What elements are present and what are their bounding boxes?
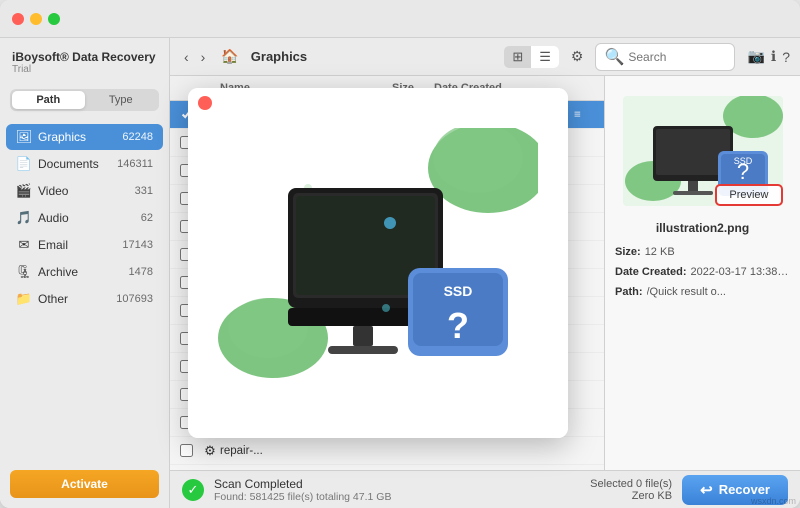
file-name: repair-... [220,445,374,457]
recover-icon: ↩ [700,481,713,499]
preview-area: ? SSD Preview [623,91,783,211]
close-button[interactable] [12,13,24,25]
info-icon[interactable]: ℹ [771,48,776,65]
titlebar [0,0,800,38]
sidebar-item-label: Audio [38,211,141,225]
sidebar-item-other[interactable]: 📁 Other 107693 [6,286,163,312]
size-label: Size: [615,243,641,263]
row-action: ≡ [574,109,594,121]
help-icon[interactable]: ? [782,48,790,65]
graphics-icon: 🖼 [16,129,32,145]
overlay-preview-window: SSD ? [188,88,568,438]
documents-icon: 📄 [16,156,32,172]
nav-buttons: ‹ › [180,47,209,67]
filter-button[interactable]: ⚙ [567,46,588,67]
tab-type[interactable]: Type [85,91,158,109]
minimize-button[interactable] [30,13,42,25]
maximize-button[interactable] [48,13,60,25]
folder-title: Graphics [251,49,307,64]
svg-text:SSD: SSD [733,156,752,166]
preview-button[interactable]: Preview [715,184,782,206]
recover-btn-label: Recover [719,482,770,497]
scan-detail: Found: 581425 file(s) totaling 47.1 GB [214,491,391,503]
audio-icon: 🎵 [16,210,32,226]
selected-files-info: Selected 0 file(s) Zero KB [590,478,672,502]
svg-text:SSD: SSD [444,283,473,299]
scan-complete-icon: ✓ [182,479,204,501]
watermark: wsxdn.com [751,496,796,506]
other-icon: 📁 [16,291,32,307]
view-toggle: ⊞ ☰ [504,46,559,68]
back-button[interactable]: ‹ [180,47,193,67]
search-icon: 🔍 [604,47,624,67]
activate-section: Activate [10,470,159,498]
detail-info: Size: 12 KB Date Created: 2022-03-17 13:… [615,243,790,302]
sidebar-item-label: Other [38,292,116,306]
date-value: 2022-03-17 13:38:34 [691,263,790,283]
sidebar-item-count: 1478 [129,266,153,278]
traffic-lights [12,13,60,25]
sidebar-item-graphics[interactable]: 🖼 Graphics 62248 [6,124,163,150]
app-title: iBoysoft® Data Recovery [12,50,157,64]
sidebar-item-label: Email [38,238,122,252]
sidebar-item-label: Archive [38,265,129,279]
selected-files-count: Selected 0 file(s) [590,478,672,490]
archive-icon: 🗜 [16,264,32,280]
detail-panel: ? SSD Preview illustration2.png Size: 12… [605,76,800,470]
sidebar-items: 🖼 Graphics 62248 📄 Documents 146311 🎬 Vi… [0,119,169,460]
sidebar-item-audio[interactable]: 🎵 Audio 62 [6,205,163,231]
detail-size-row: Size: 12 KB [615,243,790,263]
toolbar-extra-icons: 📷 ℹ ? [747,48,790,65]
date-label: Date Created: [615,263,687,283]
scan-status-text: Scan Completed Found: 581425 file(s) tot… [214,477,391,503]
sidebar-item-label: Video [38,184,135,198]
sidebar-item-count: 107693 [116,293,153,305]
app-subtitle: Trial [12,64,157,75]
detail-filename: illustration2.png [656,221,749,235]
search-box: 🔍 [595,43,735,71]
main-window: iBoysoft® Data Recovery Trial Path Type … [0,0,800,508]
activate-button[interactable]: Activate [10,470,159,498]
overlay-illustration: SSD ? [218,128,538,398]
overlay-image-area: SSD ? [188,88,568,438]
tab-path[interactable]: Path [12,91,85,109]
email-icon: ✉ [16,237,32,253]
statusbar: ✓ Scan Completed Found: 581425 file(s) t… [170,470,800,508]
table-row[interactable]: ⚙ repair-... [170,437,604,465]
detail-date-row: Date Created: 2022-03-17 13:38:34 [615,263,790,283]
toolbar: ‹ › 🏠 Graphics ⊞ ☰ ⚙ 🔍 📷 ℹ ? [170,38,800,76]
file-type-icon: ⚙ [200,443,220,459]
detail-path-row: Path: /Quick result o... [615,283,790,303]
sidebar-item-count: 62248 [122,131,153,143]
camera-icon[interactable]: 📷 [747,48,764,65]
grid-view-button[interactable]: ⊞ [504,46,531,68]
sidebar-item-label: Graphics [38,130,122,144]
sidebar-item-count: 62 [141,212,153,224]
path-label: Path: [615,283,643,303]
overlay-close-button[interactable] [198,96,212,110]
sidebar: iBoysoft® Data Recovery Trial Path Type … [0,38,170,508]
row-checkbox[interactable] [180,444,200,457]
size-value: 12 KB [645,243,675,263]
sidebar-item-label: Documents [38,157,117,171]
sidebar-item-archive[interactable]: 🗜 Archive 1478 [6,259,163,285]
list-view-button[interactable]: ☰ [531,46,559,68]
sidebar-item-count: 17143 [122,239,153,251]
sidebar-brand: iBoysoft® Data Recovery Trial [0,38,169,81]
video-icon: 🎬 [16,183,32,199]
sidebar-item-video[interactable]: 🎬 Video 331 [6,178,163,204]
forward-button[interactable]: › [197,47,210,67]
sidebar-item-documents[interactable]: 📄 Documents 146311 [6,151,163,177]
sidebar-item-count: 146311 [117,158,153,170]
selected-files-size: Zero KB [590,490,672,502]
scan-status-label: Scan Completed [214,477,391,491]
home-button[interactable]: 🏠 [217,46,242,67]
svg-text:?: ? [447,305,469,346]
sidebar-tab-group: Path Type [10,89,159,111]
search-input[interactable] [628,50,726,64]
path-value: /Quick result o... [647,283,726,303]
sidebar-item-email[interactable]: ✉ Email 17143 [6,232,163,258]
sidebar-item-count: 331 [135,185,153,197]
